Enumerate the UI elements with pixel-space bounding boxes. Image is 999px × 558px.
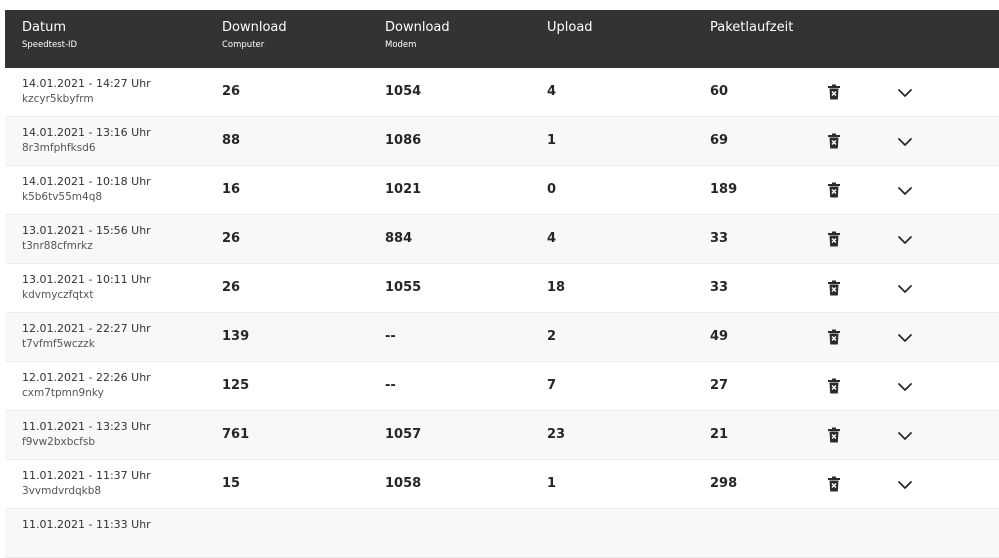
- table-row: 13.01.2021 - 10:11 Uhr kdvmyczfqtxt 26 1055…: [5, 264, 999, 313]
- table-row: 12.01.2021 - 22:26 Uhr cxm7tpmn9nky 125 -- 7…: [5, 362, 999, 411]
- row-upload: 7: [547, 378, 557, 393]
- row-paketlaufzeit: 49: [710, 329, 729, 344]
- header-download-computer: Download Computer: [222, 20, 287, 51]
- row-speedtest-id: f9vw2bxbcfsb: [22, 436, 96, 448]
- row-upload: 18: [547, 280, 566, 295]
- table-row: 13.01.2021 - 15:56 Uhr t3nr88cfmrkz 26 884 4…: [5, 215, 999, 264]
- chevron-down-icon[interactable]: [896, 183, 914, 197]
- chevron-down-icon[interactable]: [896, 379, 914, 393]
- row-download-computer: 88: [222, 133, 241, 148]
- row-date: 14.01.2021 - 14:27 Uhr: [22, 77, 151, 90]
- row-speedtest-id: 8r3mfphfksd6: [22, 142, 96, 154]
- header-datum: Datum Speedtest-ID: [22, 20, 77, 51]
- row-download-modem: --: [385, 378, 396, 393]
- row-date: 13.01.2021 - 15:56 Uhr: [22, 224, 151, 237]
- row-download-modem: 1058: [385, 476, 422, 491]
- chevron-down-icon[interactable]: [896, 330, 914, 344]
- chevron-down-icon[interactable]: [896, 85, 914, 99]
- row-upload: 1: [547, 476, 557, 491]
- header-download-modem-sublabel: Modem: [385, 40, 417, 50]
- row-download-computer: 26: [222, 280, 241, 295]
- row-download-computer: 26: [222, 231, 241, 246]
- row-upload: 4: [547, 231, 557, 246]
- table-row: 14.01.2021 - 14:27 Uhr kzcyr5kbyfrm 26 1054…: [5, 68, 999, 117]
- header-download-computer-label: Download: [222, 20, 287, 35]
- row-date: 14.01.2021 - 10:18 Uhr: [22, 175, 151, 188]
- row-download-modem: 1055: [385, 280, 422, 295]
- table-row: 14.01.2021 - 10:18 Uhr k5b6tv55m4q8 16 1021…: [5, 166, 999, 215]
- table-row: 11.01.2021 - 11:33 Uhr: [5, 509, 999, 558]
- chevron-down-icon[interactable]: [896, 134, 914, 148]
- header-upload-label: Upload: [547, 20, 593, 35]
- header-download-modem-label: Download: [385, 20, 450, 35]
- table-row: 14.01.2021 - 13:16 Uhr 8r3mfphfksd6 88 1086…: [5, 117, 999, 166]
- row-download-modem: 1054: [385, 84, 422, 99]
- trash-icon[interactable]: [827, 84, 841, 100]
- row-download-modem: 1021: [385, 182, 422, 197]
- row-paketlaufzeit: 21: [710, 427, 729, 442]
- chevron-down-icon[interactable]: [896, 477, 914, 491]
- trash-icon[interactable]: [827, 476, 841, 492]
- header-upload: Upload: [547, 20, 593, 36]
- trash-icon[interactable]: [827, 231, 841, 247]
- row-date: 12.01.2021 - 22:27 Uhr: [22, 322, 151, 335]
- row-speedtest-id: t3nr88cfmrkz: [22, 240, 93, 252]
- row-upload: 4: [547, 84, 557, 99]
- row-upload: 2: [547, 329, 557, 344]
- row-paketlaufzeit: 33: [710, 280, 729, 295]
- row-download-computer: 125: [222, 378, 250, 393]
- row-speedtest-id: t7vfmf5wczzk: [22, 338, 95, 350]
- row-download-computer: 15: [222, 476, 241, 491]
- row-upload: 23: [547, 427, 566, 442]
- row-download-modem: 884: [385, 231, 413, 246]
- row-speedtest-id: 3vvmdvrdqkb8: [22, 485, 102, 497]
- trash-icon[interactable]: [827, 133, 841, 149]
- row-download-modem: 1086: [385, 133, 422, 148]
- row-download-computer: 139: [222, 329, 250, 344]
- row-speedtest-id: kzcyr5kbyfrm: [22, 93, 94, 105]
- row-date: 11.01.2021 - 13:23 Uhr: [22, 420, 151, 433]
- row-download-computer: 26: [222, 84, 241, 99]
- chevron-down-icon[interactable]: [896, 232, 914, 246]
- table-row: 11.01.2021 - 13:23 Uhr f9vw2bxbcfsb 761 105…: [5, 411, 999, 460]
- header-datum-sublabel: Speedtest-ID: [22, 40, 78, 50]
- trash-icon[interactable]: [827, 378, 841, 394]
- header-download-computer-sublabel: Computer: [222, 40, 265, 50]
- row-upload: 1: [547, 133, 557, 148]
- row-paketlaufzeit: 60: [710, 84, 729, 99]
- table-row: 12.01.2021 - 22:27 Uhr t7vfmf5wczzk 139 -- 2…: [5, 313, 999, 362]
- table-header: Datum Speedtest-ID Download Computer Dow…: [5, 10, 999, 68]
- row-paketlaufzeit: 27: [710, 378, 729, 393]
- row-download-computer: 16: [222, 182, 241, 197]
- header-datum-label: Datum: [22, 20, 66, 35]
- row-paketlaufzeit: 69: [710, 133, 729, 148]
- row-date: 13.01.2021 - 10:11 Uhr: [22, 273, 151, 286]
- row-download-modem: --: [385, 329, 396, 344]
- row-download-modem: 1057: [385, 427, 422, 442]
- trash-icon[interactable]: [827, 280, 841, 296]
- row-date: 14.01.2021 - 13:16 Uhr: [22, 126, 151, 139]
- row-speedtest-id: cxm7tpmn9nky: [22, 387, 104, 399]
- row-date: 12.01.2021 - 22:26 Uhr: [22, 371, 151, 384]
- trash-icon[interactable]: [827, 329, 841, 345]
- table-body: 14.01.2021 - 14:27 Uhr kzcyr5kbyfrm 26 1054…: [5, 68, 999, 558]
- trash-icon[interactable]: [827, 182, 841, 198]
- row-date: 11.01.2021 - 11:33 Uhr: [22, 518, 151, 531]
- chevron-down-icon[interactable]: [896, 428, 914, 442]
- header-paketlaufzeit: Paketlaufzeit: [710, 20, 793, 36]
- row-download-computer: 761: [222, 427, 250, 442]
- row-paketlaufzeit: 33: [710, 231, 729, 246]
- trash-icon[interactable]: [827, 427, 841, 443]
- speedtest-table: Datum Speedtest-ID Download Computer Dow…: [5, 10, 999, 558]
- row-paketlaufzeit: 189: [710, 182, 738, 197]
- header-download-modem: Download Modem: [385, 20, 450, 51]
- row-speedtest-id: k5b6tv55m4q8: [22, 191, 103, 203]
- chevron-down-icon[interactable]: [896, 281, 914, 295]
- row-date: 11.01.2021 - 11:37 Uhr: [22, 469, 151, 482]
- header-paketlaufzeit-label: Paketlaufzeit: [710, 20, 794, 35]
- row-upload: 0: [547, 182, 557, 197]
- table-row: 11.01.2021 - 11:37 Uhr 3vvmdvrdqkb8 15 1058…: [5, 460, 999, 509]
- row-speedtest-id: kdvmyczfqtxt: [22, 289, 94, 301]
- row-paketlaufzeit: 298: [710, 476, 738, 491]
